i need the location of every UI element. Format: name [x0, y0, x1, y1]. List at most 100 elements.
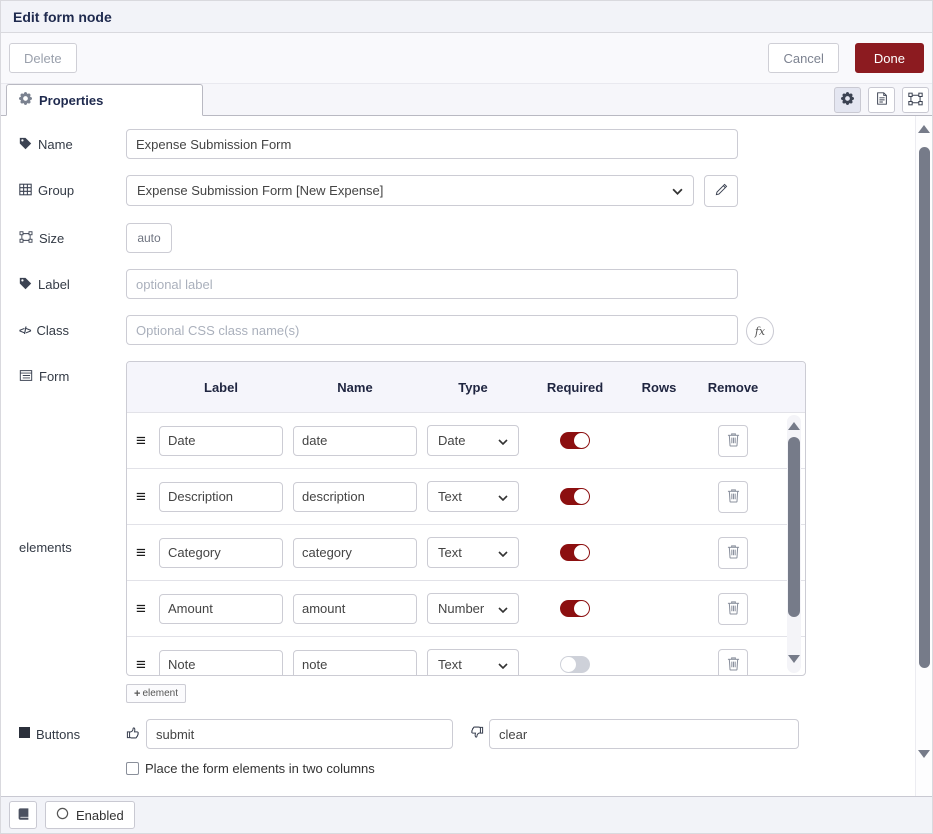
tab-bar: Properties	[1, 84, 932, 116]
label-row: Label	[19, 269, 932, 299]
drag-handle-icon[interactable]: ≡	[136, 544, 146, 561]
name-row: Name	[19, 129, 932, 159]
scrollbar-thumb[interactable]	[788, 437, 800, 617]
form-elements-row: Form elements Label Name Type Required R…	[19, 361, 932, 703]
remove-element-button[interactable]	[718, 537, 748, 569]
code-icon: </>	[19, 323, 30, 340]
element-row: ≡ Number	[127, 581, 805, 637]
required-toggle[interactable]	[560, 600, 590, 617]
size-row: Size auto	[19, 223, 932, 253]
remove-element-button[interactable]	[718, 649, 748, 676]
form-elements-control: Label Name Type Required Rows Remove ≡ D…	[126, 361, 806, 703]
label-label: Label	[19, 269, 126, 299]
label-input[interactable]	[126, 269, 738, 299]
plus-icon: +	[134, 688, 140, 700]
clear-button-label-input[interactable]	[489, 719, 799, 749]
object-group-icon	[908, 92, 923, 109]
drag-handle-icon[interactable]: ≡	[136, 600, 146, 617]
submit-button-label-input[interactable]	[146, 719, 453, 749]
tab-properties-icon-button[interactable]	[834, 87, 861, 113]
add-element-button[interactable]: + element	[126, 684, 186, 703]
drag-handle-icon[interactable]: ≡	[136, 656, 146, 673]
properties-panel: Name Group Expense Submission Form [New …	[1, 116, 932, 798]
toggle-knob	[561, 657, 576, 672]
group-select[interactable]: Expense Submission Form [New Expense]	[126, 175, 694, 206]
element-type-select[interactable]: Date	[427, 425, 519, 456]
scroll-down-arrow-icon[interactable]	[918, 750, 930, 758]
required-toggle[interactable]	[560, 432, 590, 449]
buttons-row: Buttons	[19, 719, 932, 749]
tab-icon-group	[834, 87, 929, 113]
drag-handle-icon[interactable]: ≡	[136, 488, 146, 505]
element-label-input[interactable]	[159, 594, 283, 624]
required-toggle[interactable]	[560, 488, 590, 505]
gear-icon	[841, 92, 854, 108]
chevron-down-icon	[498, 657, 508, 672]
delete-button[interactable]: Delete	[9, 43, 77, 73]
class-row: </> Class fx	[19, 315, 932, 345]
docs-button[interactable]	[9, 801, 37, 829]
element-name-input[interactable]	[293, 650, 417, 676]
list-icon	[19, 368, 33, 386]
trash-icon	[727, 600, 740, 618]
edit-form-node-dialog: Edit form node Delete Cancel Done Proper…	[0, 0, 933, 834]
element-label-input[interactable]	[159, 538, 283, 568]
element-label-input[interactable]	[159, 482, 283, 512]
element-name-input[interactable]	[293, 482, 417, 512]
col-type: Type	[423, 380, 523, 395]
element-row: ≡ Text	[127, 637, 805, 675]
col-rows: Rows	[627, 380, 691, 395]
two-columns-checkbox[interactable]	[126, 762, 139, 775]
tab-properties[interactable]: Properties	[6, 84, 203, 116]
tab-description-icon-button[interactable]	[868, 87, 895, 113]
dialog-title: Edit form node	[13, 9, 112, 25]
scroll-down-arrow-icon[interactable]	[788, 655, 800, 663]
element-type-select[interactable]: Text	[427, 649, 519, 675]
element-name-input[interactable]	[293, 594, 417, 624]
element-type-select[interactable]: Number	[427, 593, 519, 624]
remove-element-button[interactable]	[718, 425, 748, 457]
object-group-icon	[19, 230, 33, 247]
element-type-value: Text	[438, 545, 462, 560]
remove-element-button[interactable]	[718, 481, 748, 513]
element-name-input[interactable]	[293, 538, 417, 568]
elements-table: Label Name Type Required Rows Remove ≡ D…	[126, 361, 806, 676]
element-label-input[interactable]	[159, 426, 283, 456]
trash-icon	[727, 432, 740, 450]
main-scrollbar[interactable]	[915, 116, 932, 798]
two-columns-row: Place the form elements in two columns	[126, 761, 932, 776]
class-input[interactable]	[126, 315, 738, 345]
required-toggle[interactable]	[560, 544, 590, 561]
elements-scrollbar[interactable]	[787, 415, 801, 673]
dialog-button-bar: Delete Cancel Done	[1, 33, 932, 84]
name-input[interactable]	[126, 129, 738, 159]
edit-group-button[interactable]	[704, 175, 738, 207]
element-type-select[interactable]: Text	[427, 481, 519, 512]
scroll-up-arrow-icon[interactable]	[918, 125, 930, 133]
done-button[interactable]: Done	[855, 43, 924, 73]
cancel-button[interactable]: Cancel	[768, 43, 838, 73]
buttons-controls	[126, 719, 799, 749]
tag-icon	[19, 276, 32, 294]
scrollbar-thumb[interactable]	[919, 147, 930, 668]
tab-appearance-icon-button[interactable]	[902, 87, 929, 113]
trash-icon	[727, 656, 740, 674]
chevron-down-icon	[672, 183, 683, 198]
elements-table-header: Label Name Type Required Rows Remove	[127, 362, 805, 413]
size-auto-button[interactable]: auto	[126, 223, 172, 253]
enabled-toggle-button[interactable]: Enabled	[45, 801, 135, 829]
element-type-select[interactable]: Text	[427, 537, 519, 568]
element-label-input[interactable]	[159, 650, 283, 676]
required-toggle[interactable]	[560, 656, 590, 673]
pencil-icon	[715, 183, 728, 199]
trash-icon	[727, 488, 740, 506]
group-row: Group Expense Submission Form [New Expen…	[19, 175, 932, 207]
thumbs-up-icon	[126, 725, 141, 743]
size-label: Size	[19, 223, 126, 253]
scroll-up-arrow-icon[interactable]	[788, 422, 800, 430]
element-name-input[interactable]	[293, 426, 417, 456]
toggle-knob	[574, 489, 589, 504]
remove-element-button[interactable]	[718, 593, 748, 625]
drag-handle-icon[interactable]: ≡	[136, 432, 146, 449]
trash-icon	[727, 544, 740, 562]
